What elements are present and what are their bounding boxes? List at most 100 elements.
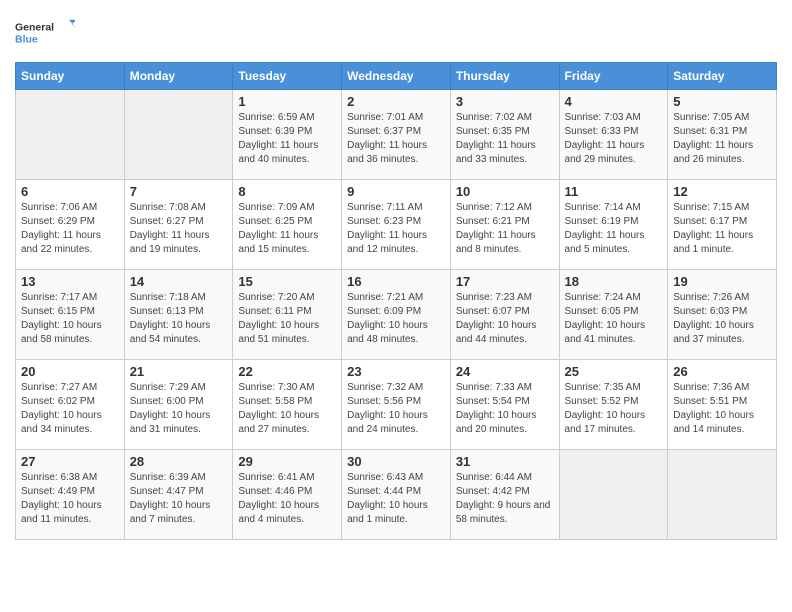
calendar-cell: 20 Sunrise: 7:27 AM Sunset: 6:02 PM Dayli… [16, 360, 125, 450]
logo-svg: General Blue [15, 14, 75, 54]
calendar-cell: 16 Sunrise: 7:21 AM Sunset: 6:09 PM Dayli… [342, 270, 451, 360]
day-number: 9 [347, 184, 445, 199]
calendar-cell [668, 450, 777, 540]
calendar-cell: 29Sunrise: 6:41 AM Sunset: 4:46 PM Dayli… [233, 450, 342, 540]
weekday-header-thursday: Thursday [450, 63, 559, 90]
day-number: 17 [456, 274, 554, 289]
day-info: Sunrise: 7:35 AM Sunset: 5:52 PM Dayligh… [565, 381, 663, 437]
day-info: Sunrise: 7:03 AM Sunset: 6:33 PM Dayligh… [565, 111, 663, 167]
calendar-cell: 22 Sunrise: 7:30 AM Sunset: 5:58 PM Dayli… [233, 360, 342, 450]
week-row-2: 6Sunrise: 7:06 AM Sunset: 6:29 PM Daylig… [16, 180, 777, 270]
day-number: 7 [130, 184, 228, 199]
calendar-table: SundayMondayTuesdayWednesdayThursdayFrid… [15, 62, 777, 540]
day-number: 30 [347, 454, 445, 469]
svg-text:General: General [15, 21, 54, 33]
day-info: Sunrise: 7:20 AM Sunset: 6:11 PM Dayligh… [238, 291, 336, 347]
day-number: 1 [238, 94, 336, 109]
calendar-cell: 21 Sunrise: 7:29 AM Sunset: 6:00 PM Dayli… [124, 360, 233, 450]
day-number: 26 [673, 364, 771, 379]
day-number: 31 [456, 454, 554, 469]
day-info: Sunrise: 7:27 AM Sunset: 6:02 PM Dayligh… [21, 381, 119, 437]
logo: General Blue [15, 14, 75, 54]
day-info: Sunrise: 7:11 AM Sunset: 6:23 PM Dayligh… [347, 201, 445, 257]
calendar-cell: 2 Sunrise: 7:01 AM Sunset: 6:37 PM Daylig… [342, 90, 451, 180]
day-number: 15 [238, 274, 336, 289]
weekday-header-wednesday: Wednesday [342, 63, 451, 90]
day-info: Sunrise: 7:26 AM Sunset: 6:03 PM Dayligh… [673, 291, 771, 347]
day-number: 3 [456, 94, 554, 109]
day-info: Sunrise: 6:43 AM Sunset: 4:44 PM Dayligh… [347, 471, 445, 527]
calendar-cell: 30 Sunrise: 6:43 AM Sunset: 4:44 PM Dayli… [342, 450, 451, 540]
calendar-cell: 6Sunrise: 7:06 AM Sunset: 6:29 PM Daylig… [16, 180, 125, 270]
day-number: 8 [238, 184, 336, 199]
day-info: Sunrise: 6:38 AM Sunset: 4:49 PM Dayligh… [21, 471, 119, 527]
day-number: 25 [565, 364, 663, 379]
day-info: Sunrise: 6:44 AM Sunset: 4:42 PM Dayligh… [456, 471, 554, 527]
day-info: Sunrise: 7:14 AM Sunset: 6:19 PM Dayligh… [565, 201, 663, 257]
day-info: Sunrise: 7:32 AM Sunset: 5:56 PM Dayligh… [347, 381, 445, 437]
calendar-cell: 7 Sunrise: 7:08 AM Sunset: 6:27 PM Daylig… [124, 180, 233, 270]
day-number: 16 [347, 274, 445, 289]
day-info: Sunrise: 7:33 AM Sunset: 5:54 PM Dayligh… [456, 381, 554, 437]
day-info: Sunrise: 7:02 AM Sunset: 6:35 PM Dayligh… [456, 111, 554, 167]
day-info: Sunrise: 7:36 AM Sunset: 5:51 PM Dayligh… [673, 381, 771, 437]
day-number: 23 [347, 364, 445, 379]
day-number: 19 [673, 274, 771, 289]
day-info: Sunrise: 7:24 AM Sunset: 6:05 PM Dayligh… [565, 291, 663, 347]
calendar-cell: 14Sunrise: 7:18 AM Sunset: 6:13 PM Dayli… [124, 270, 233, 360]
calendar-cell [559, 450, 668, 540]
day-number: 27 [21, 454, 119, 469]
calendar-cell: 13 Sunrise: 7:17 AM Sunset: 6:15 PM Dayli… [16, 270, 125, 360]
day-info: Sunrise: 7:08 AM Sunset: 6:27 PM Dayligh… [130, 201, 228, 257]
day-info: Sunrise: 7:17 AM Sunset: 6:15 PM Dayligh… [21, 291, 119, 347]
day-number: 18 [565, 274, 663, 289]
day-number: 11 [565, 184, 663, 199]
day-number: 5 [673, 94, 771, 109]
day-info: Sunrise: 7:29 AM Sunset: 6:00 PM Dayligh… [130, 381, 228, 437]
calendar-cell: 28 Sunrise: 6:39 AM Sunset: 4:47 PM Dayli… [124, 450, 233, 540]
day-number: 4 [565, 94, 663, 109]
calendar-cell: 12 Sunrise: 7:15 AM Sunset: 6:17 PM Dayli… [668, 180, 777, 270]
day-info: Sunrise: 7:06 AM Sunset: 6:29 PM Dayligh… [21, 201, 119, 257]
calendar-cell: 8 Sunrise: 7:09 AM Sunset: 6:25 PM Daylig… [233, 180, 342, 270]
weekday-header-sunday: Sunday [16, 63, 125, 90]
day-number: 20 [21, 364, 119, 379]
day-info: Sunrise: 6:41 AM Sunset: 4:46 PM Dayligh… [238, 471, 336, 527]
calendar-cell: 17 Sunrise: 7:23 AM Sunset: 6:07 PM Dayli… [450, 270, 559, 360]
weekday-header-tuesday: Tuesday [233, 63, 342, 90]
day-info: Sunrise: 7:23 AM Sunset: 6:07 PM Dayligh… [456, 291, 554, 347]
weekday-header-monday: Monday [124, 63, 233, 90]
calendar-cell: 1Sunrise: 6:59 AM Sunset: 6:39 PM Daylig… [233, 90, 342, 180]
day-info: Sunrise: 6:39 AM Sunset: 4:47 PM Dayligh… [130, 471, 228, 527]
calendar-cell: 4 Sunrise: 7:03 AM Sunset: 6:33 PM Daylig… [559, 90, 668, 180]
calendar-cell: 25 Sunrise: 7:35 AM Sunset: 5:52 PM Dayli… [559, 360, 668, 450]
day-info: Sunrise: 7:09 AM Sunset: 6:25 PM Dayligh… [238, 201, 336, 257]
day-number: 22 [238, 364, 336, 379]
day-number: 10 [456, 184, 554, 199]
calendar-cell [16, 90, 125, 180]
day-info: Sunrise: 7:05 AM Sunset: 6:31 PM Dayligh… [673, 111, 771, 167]
calendar-cell: 26 Sunrise: 7:36 AM Sunset: 5:51 PM Dayli… [668, 360, 777, 450]
day-number: 13 [21, 274, 119, 289]
calendar-cell: 19 Sunrise: 7:26 AM Sunset: 6:03 PM Dayli… [668, 270, 777, 360]
week-row-3: 13 Sunrise: 7:17 AM Sunset: 6:15 PM Dayli… [16, 270, 777, 360]
day-number: 21 [130, 364, 228, 379]
calendar-cell [124, 90, 233, 180]
day-info: Sunrise: 7:01 AM Sunset: 6:37 PM Dayligh… [347, 111, 445, 167]
day-number: 28 [130, 454, 228, 469]
day-number: 2 [347, 94, 445, 109]
week-row-5: 27 Sunrise: 6:38 AM Sunset: 4:49 PM Dayli… [16, 450, 777, 540]
day-info: Sunrise: 7:15 AM Sunset: 6:17 PM Dayligh… [673, 201, 771, 257]
day-info: Sunrise: 7:18 AM Sunset: 6:13 PM Dayligh… [130, 291, 228, 347]
day-info: Sunrise: 7:30 AM Sunset: 5:58 PM Dayligh… [238, 381, 336, 437]
calendar-body: 1Sunrise: 6:59 AM Sunset: 6:39 PM Daylig… [16, 90, 777, 540]
day-info: Sunrise: 7:21 AM Sunset: 6:09 PM Dayligh… [347, 291, 445, 347]
calendar-cell: 31 Sunrise: 6:44 AM Sunset: 4:42 PM Dayli… [450, 450, 559, 540]
weekday-header-friday: Friday [559, 63, 668, 90]
calendar-cell: 3 Sunrise: 7:02 AM Sunset: 6:35 PM Daylig… [450, 90, 559, 180]
week-row-4: 20 Sunrise: 7:27 AM Sunset: 6:02 PM Dayli… [16, 360, 777, 450]
calendar-cell: 11 Sunrise: 7:14 AM Sunset: 6:19 PM Dayli… [559, 180, 668, 270]
day-number: 12 [673, 184, 771, 199]
svg-text:Blue: Blue [15, 33, 38, 45]
calendar-cell: 18 Sunrise: 7:24 AM Sunset: 6:05 PM Dayli… [559, 270, 668, 360]
